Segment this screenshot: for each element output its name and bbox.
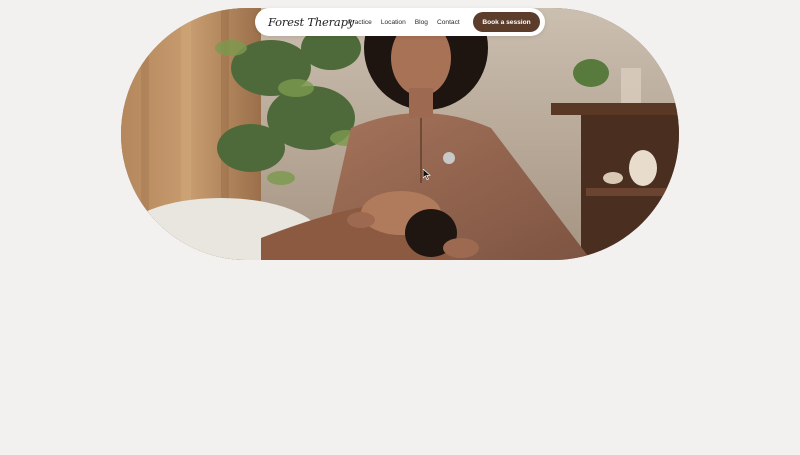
nav-link-location[interactable]: Location: [381, 19, 406, 26]
book-session-button[interactable]: Book a session: [473, 12, 540, 32]
nav-link-practice[interactable]: Practice: [348, 19, 372, 26]
mouse-cursor-icon: [423, 169, 431, 180]
nav-links: Practice Location Blog Contact: [348, 19, 460, 26]
hero-image: [121, 8, 679, 260]
hero-photo-illustration: [121, 8, 679, 260]
nav-link-contact[interactable]: Contact: [437, 19, 460, 26]
nav-link-blog[interactable]: Blog: [415, 19, 428, 26]
brand-logo[interactable]: Forest Therapy: [268, 15, 354, 29]
top-navbar: Forest Therapy Practice Location Blog Co…: [255, 8, 545, 36]
